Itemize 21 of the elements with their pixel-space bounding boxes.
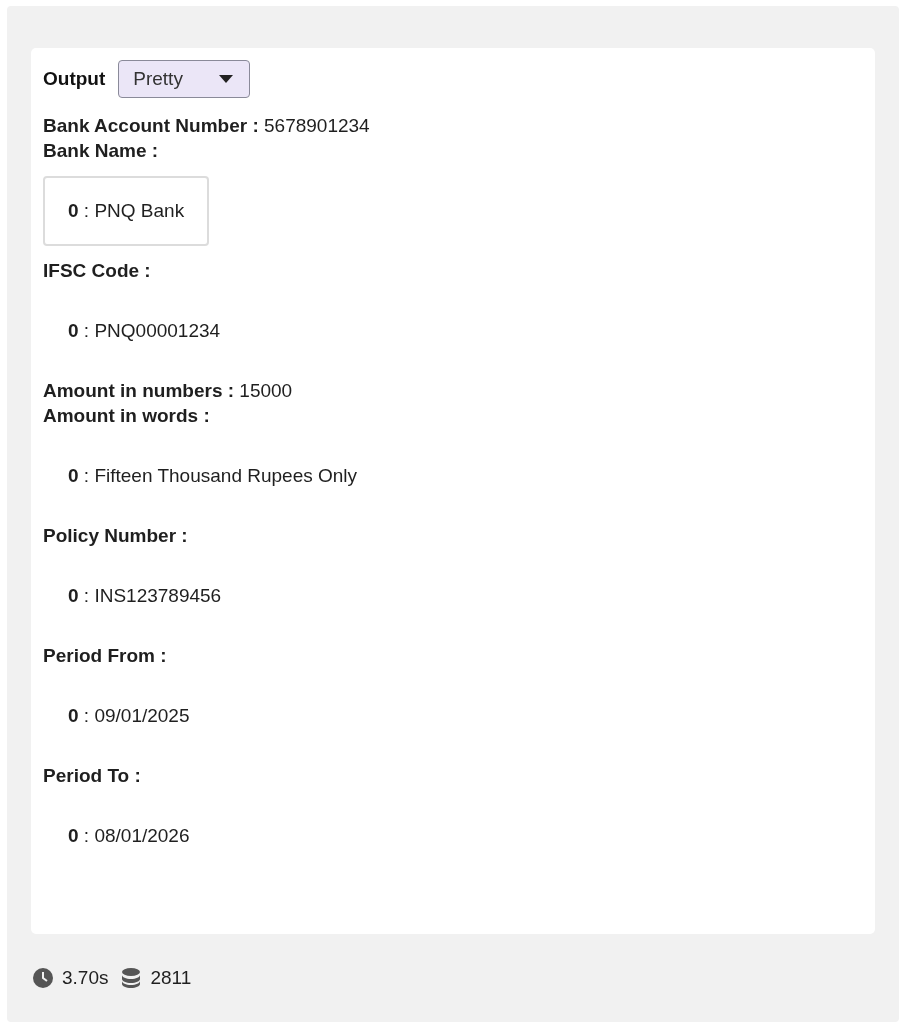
list-item[interactable]: 0 : INS123789456 — [43, 561, 247, 631]
field-label: Policy Number : — [43, 524, 189, 548]
output-dropdown[interactable]: Pretty — [118, 60, 251, 98]
list-item[interactable]: 0 : 08/01/2026 — [43, 801, 215, 871]
field-text: Bank Account Number : 5678901234 — [43, 114, 371, 138]
field-label: Period To : — [43, 764, 142, 788]
field-label: Bank Name : — [43, 139, 160, 163]
output-label: Output — [43, 66, 106, 91]
database-icon — [122, 968, 141, 989]
field-label: IFSC Code : — [43, 259, 152, 283]
list-item[interactable]: 0 : Fifteen Thousand Rupees Only — [43, 441, 383, 511]
field-label: Period From : — [43, 644, 168, 668]
list-item[interactable]: 0 : PNQ00001234 — [43, 296, 246, 366]
list-item[interactable]: 0 : PNQ Bank — [43, 176, 210, 246]
count-text: 2811 — [150, 966, 192, 990]
caret-icon — [219, 75, 234, 83]
time-text: 3.70s — [62, 966, 109, 990]
field-label: Amount in words : — [43, 404, 211, 428]
field-text: Amount in numbers : 15000 — [43, 379, 294, 403]
list-item[interactable]: 0 : 09/01/2025 — [43, 681, 215, 751]
clock-icon — [33, 968, 53, 989]
